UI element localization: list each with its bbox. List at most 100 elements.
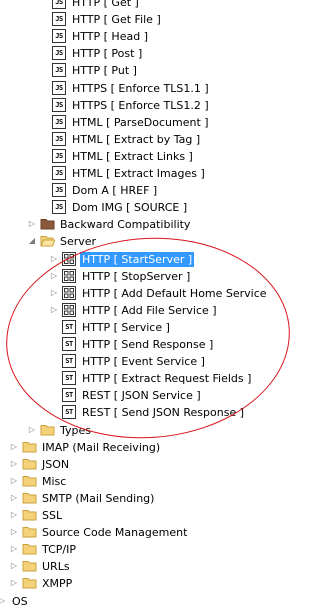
tree-item[interactable]: JS HTTP [ Get ] — [0, 0, 257, 11]
tree-item-label: HTTP [ Event Service ] — [82, 355, 205, 369]
tree-item-label: REST [ JSON Service ] — [82, 389, 201, 403]
tree-item[interactable]: JS HTML [ Extract Links ] — [0, 148, 257, 165]
tree-item[interactable]: ▷ Backward Compatibility — [0, 216, 257, 233]
script-icon: JS — [52, 12, 66, 27]
tree-item[interactable]: ST HTTP [ Extract Request Fields ] — [0, 370, 257, 387]
tree-item[interactable]: ▷ HTTP [ Add File Service ] — [0, 302, 257, 319]
tree-item[interactable]: ▷ HTTP [ Add Default Home Service — [0, 285, 267, 302]
folder-icon — [22, 474, 37, 488]
collapsed-arrow-icon[interactable]: ▷ — [50, 305, 58, 314]
tree-item-label: HTTP [ Get ] — [72, 0, 139, 9]
tree-item-label: HTTP [ Head ] — [72, 30, 148, 44]
block-grid-icon — [62, 285, 76, 300]
tree-item[interactable]: JS Dom IMG [ SOURCE ] — [0, 199, 257, 216]
tree-item[interactable]: JS HTTPS [ Enforce TLS1.2 ] — [0, 97, 257, 114]
tree-item[interactable]: ▷ HTTP [ StopServer ] — [0, 268, 257, 285]
tree-item-label: REST [ Send JSON Response ] — [82, 406, 245, 420]
tree-item[interactable]: ST REST [ Send JSON Response ] — [0, 404, 257, 421]
tree-item[interactable]: ▷ HTTP [ StartServer ] — [0, 251, 257, 268]
script-icon: JS — [52, 97, 66, 112]
tree-item[interactable]: ST HTTP [ Service ] — [0, 319, 257, 336]
tree-item[interactable]: ▷ OS — [0, 593, 257, 610]
collapsed-arrow-icon[interactable]: ▷ — [10, 562, 18, 570]
tree-item-label: JSON — [42, 457, 70, 471]
collapsed-arrow-icon[interactable]: ▷ — [28, 425, 36, 434]
tree-item[interactable]: JS HTML [ Extract by Tag ] — [0, 131, 257, 148]
tree-item[interactable]: ◢ Server — [0, 233, 257, 250]
tree-item-label: HTML [ ParseDocument ] — [72, 115, 209, 129]
tree-item-label: HTTP [ Service ] — [82, 320, 170, 334]
tree-item[interactable]: JS HTML [ ParseDocument ] — [0, 114, 257, 131]
tree-item[interactable]: JS HTML [ Extract Images ] — [0, 165, 257, 182]
block-grid-icon — [62, 251, 76, 266]
expanded-arrow-icon[interactable]: ◢ — [28, 237, 36, 245]
collapsed-arrow-icon[interactable]: ▷ — [50, 288, 58, 297]
server-script-icon: ST — [62, 371, 76, 386]
tree-item-label: XMPP — [42, 577, 73, 591]
tree-item[interactable]: ▷ IMAP (Mail Receiving) — [0, 439, 257, 456]
collapsed-arrow-icon[interactable]: ▷ — [10, 459, 18, 468]
collapsed-arrow-icon[interactable]: ▷ — [10, 493, 18, 502]
tree-item-label: TCP/IP — [42, 543, 76, 557]
tree-item-label: Backward Compatibility — [60, 218, 191, 232]
script-icon: JS — [52, 166, 66, 180]
tree-item-label: SMTP (Mail Sending) — [42, 491, 155, 505]
tree-item[interactable]: ▷ SMTP (Mail Sending) — [0, 490, 257, 507]
collapsed-arrow-icon[interactable]: ▷ — [10, 511, 18, 519]
folder-icon — [22, 525, 37, 539]
tree-item[interactable]: ▷ Misc — [0, 473, 257, 490]
collapsed-arrow-icon[interactable]: ▷ — [10, 442, 18, 451]
tree-item-label: OS — [12, 594, 28, 608]
collapsed-arrow-icon[interactable]: ▷ — [50, 271, 58, 280]
server-script-icon: ST — [62, 319, 76, 334]
tree-item[interactable]: ▷ TCP/IP — [0, 541, 257, 558]
tree-item[interactable]: ST HTTP [ Event Service ] — [0, 353, 257, 370]
script-icon: JS — [52, 80, 66, 95]
tree-item[interactable]: ▷ Source Code Management — [0, 524, 257, 541]
tree-item[interactable]: ▷ JSON — [0, 456, 257, 473]
tree-item-label: HTTP [ StopServer ] — [82, 269, 191, 283]
collapsed-arrow-icon[interactable]: ▷ — [10, 528, 18, 536]
tree-item-label: HTML [ Extract Links ] — [72, 149, 193, 163]
server-script-icon: ST — [62, 388, 76, 403]
folder-icon — [22, 457, 37, 471]
tree-item-label: URLs — [42, 560, 70, 574]
server-script-icon: ST — [62, 405, 76, 420]
folder-icon — [40, 217, 55, 231]
tree-item[interactable]: ST REST [ JSON Service ] — [0, 387, 257, 404]
folder-icon — [22, 542, 37, 556]
folder-icon — [22, 440, 37, 454]
tree-item[interactable]: JS Dom A [ HREF ] — [0, 182, 257, 199]
tree-item-label: HTTP [ Get File ] — [72, 13, 161, 27]
tree-item[interactable]: ▷ XMPP — [0, 575, 257, 592]
block-grid-icon — [62, 302, 76, 317]
tree-item-label: Source Code Management — [42, 526, 188, 540]
tree-item-label: HTTP [ Add Default Home Service — [82, 286, 267, 300]
script-icon: JS — [52, 0, 66, 9]
tree-item[interactable]: JS HTTP [ Put ] — [0, 62, 257, 79]
folder-icon — [40, 423, 55, 437]
folder-icon — [22, 576, 37, 590]
block-grid-icon — [62, 268, 76, 283]
tree-item-label: IMAP (Mail Receiving) — [42, 440, 161, 454]
tree-item-label: HTTP [ StartServer ] — [80, 251, 195, 267]
tree-item[interactable]: JS HTTP [ Post ] — [0, 45, 257, 62]
tree-item[interactable]: ST HTTP [ Send Response ] — [0, 336, 257, 353]
tree-item[interactable]: ▷ SSL — [0, 507, 257, 524]
collapsed-arrow-icon[interactable]: ▷ — [50, 254, 58, 263]
collapsed-arrow-icon[interactable]: ▷ — [10, 545, 18, 553]
tree-item[interactable]: ▷ Types — [0, 422, 257, 439]
tree-item-label: HTML [ Extract by Tag ] — [72, 132, 201, 146]
tree-item[interactable]: JS HTTP [ Head ] — [0, 28, 257, 45]
collapsed-arrow-icon[interactable]: ▷ — [10, 579, 18, 587]
collapsed-arrow-icon[interactable]: ▷ — [0, 596, 6, 605]
collapsed-arrow-icon[interactable]: ▷ — [10, 476, 18, 485]
tree-item-label: HTTP [ Add File Service ] — [82, 303, 217, 317]
collapsed-arrow-icon[interactable]: ▷ — [28, 220, 36, 228]
open-folder-icon — [40, 234, 55, 248]
tree-item[interactable]: ▷ URLs — [0, 558, 257, 575]
script-icon: JS — [52, 29, 66, 44]
script-icon: JS — [52, 131, 66, 146]
tree-item[interactable]: JS HTTP [ Get File ] — [0, 11, 257, 28]
tree-item[interactable]: JS HTTPS [ Enforce TLS1.1 ] — [0, 80, 257, 97]
